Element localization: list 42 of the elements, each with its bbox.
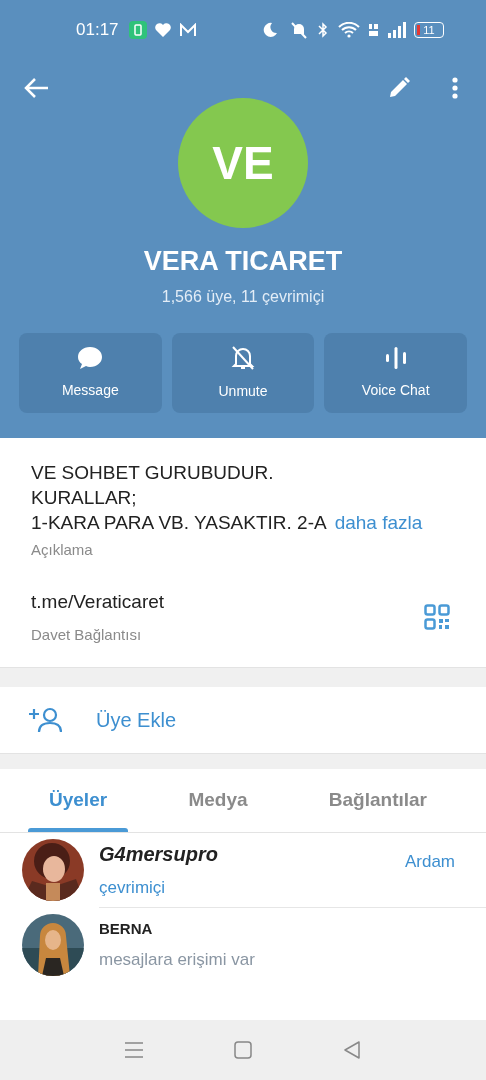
more-options-icon[interactable] — [452, 77, 458, 99]
member-role: Ardam — [404, 850, 455, 873]
back-arrow-icon[interactable] — [24, 77, 50, 99]
bluetooth-icon — [318, 21, 328, 39]
member-name: G4mersupro — [99, 841, 219, 867]
description-text: KURALLAR; — [31, 486, 138, 510]
moon-icon — [262, 22, 278, 38]
voice-bars-icon — [384, 345, 407, 370]
link-label: Davet Bağlantısı — [31, 625, 143, 645]
description-label: Açıklama — [31, 540, 94, 560]
group-name: VERA TICARET — [143, 248, 343, 275]
home-icon[interactable] — [234, 1041, 252, 1059]
heart-icon — [154, 23, 171, 37]
battery-saver-icon — [128, 21, 147, 39]
muted-bell-icon — [288, 21, 310, 39]
signal-icon — [388, 22, 408, 38]
wifi-icon — [338, 22, 360, 38]
group-avatar: VE — [178, 98, 308, 228]
status-time: 01:17 — [76, 19, 119, 42]
member-count: 1,566 üye, 11 çevrimiçi — [161, 287, 325, 307]
action-button[interactable]: Unmute — [171, 333, 315, 413]
tab[interactable]: Medya — [159, 768, 277, 832]
back-icon[interactable] — [342, 1041, 361, 1059]
show-more-link[interactable]: daha fazla — [334, 510, 423, 535]
pencil-icon[interactable] — [388, 77, 410, 99]
muted-bell-icon — [231, 344, 255, 371]
action-button[interactable]: Voice Chat — [324, 333, 467, 413]
mail-icon — [178, 23, 197, 37]
invite-link[interactable]: t.me/Veraticaret — [31, 587, 424, 616]
member-status: mesajlara erişimi var — [99, 948, 256, 971]
action-button[interactable]: Message — [19, 333, 162, 413]
member-status: çevrimiçi — [99, 876, 167, 899]
qr-code-icon[interactable] — [424, 604, 450, 630]
description-text: VE SOHBET GURUBUDUR. — [31, 461, 275, 485]
member-name: BERNA — [99, 919, 154, 939]
menu-icon[interactable] — [125, 1042, 144, 1058]
description-text: 1-KARA PARA VB. YASAKTIR. 2-A — [31, 511, 327, 535]
speech-bubble-icon — [77, 345, 104, 370]
battery-icon: 11 — [414, 22, 444, 38]
tab[interactable]: Bağlantılar — [299, 768, 456, 832]
tab[interactable]: Üyeler — [20, 768, 137, 832]
add-person-icon — [28, 706, 62, 733]
